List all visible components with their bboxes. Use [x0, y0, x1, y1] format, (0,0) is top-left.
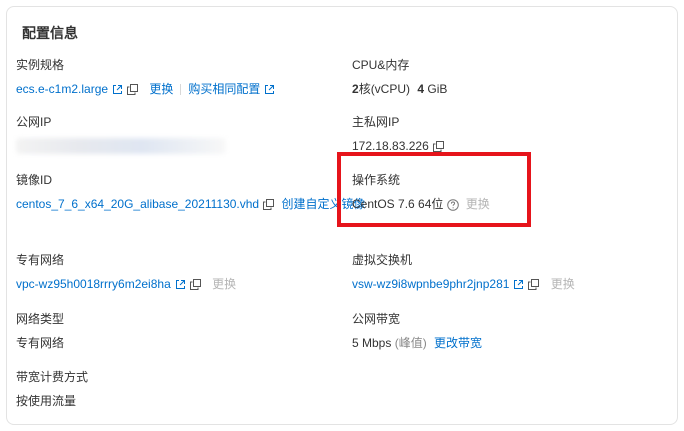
cpu-memory-field: CPU&内存 2核(vCPU) 4 GiB	[352, 57, 447, 99]
image-id-label: 镜像ID	[16, 173, 53, 187]
copy-icon[interactable]	[528, 279, 540, 291]
external-link-icon[interactable]	[264, 84, 275, 95]
public-ip-field: 公网IP	[16, 114, 226, 160]
bandwidth-value: 5 Mbps	[352, 336, 392, 350]
network-type-field: 网络类型 专有网络	[16, 311, 64, 353]
external-link-icon[interactable]	[175, 279, 186, 290]
change-bandwidth-link[interactable]: 更改带宽	[434, 336, 482, 350]
copy-icon[interactable]	[432, 141, 444, 153]
copy-icon[interactable]	[263, 199, 275, 211]
highlight-box	[337, 152, 531, 227]
vpc-field: 专有网络 vpc-wz95h0018rrry6m2ei8ha 更换	[16, 252, 236, 294]
image-id-field: 镜像ID centos_7_6_x64_20G_alibase_20211130…	[16, 172, 365, 214]
buy-same-config-link[interactable]: 购买相同配置	[188, 82, 260, 96]
vswitch-link[interactable]: vsw-wz9i8wpnbe9phr2jnp281	[352, 277, 509, 291]
network-type-label: 网络类型	[16, 312, 65, 326]
memory-unit: GiB	[427, 82, 448, 96]
billing-field: 带宽计费方式 按使用流量	[16, 369, 88, 411]
instance-spec-link[interactable]: ecs.e-c1m2.large	[16, 82, 108, 96]
vswitch-field: 虚拟交换机 vsw-wz9i8wpnbe9phr2jnp281 更换	[352, 252, 575, 294]
bandwidth-label: 公网带宽	[352, 312, 401, 326]
bandwidth-field: 公网带宽 5 Mbps (峰值) 更改带宽	[352, 311, 482, 353]
private-ip-field: 主私网IP 172.18.83.226	[352, 114, 444, 156]
instance-spec-label: 实例规格	[16, 58, 65, 72]
private-ip-value: 172.18.83.226	[352, 139, 429, 153]
memory-value: 4	[417, 82, 425, 96]
private-ip-label: 主私网IP	[352, 115, 400, 129]
vswitch-change-button[interactable]: 更换	[551, 277, 575, 291]
billing-value: 按使用流量	[16, 394, 77, 408]
billing-label: 带宽计费方式	[16, 370, 89, 384]
public-ip-label: 公网IP	[16, 115, 52, 129]
public-ip-redacted	[16, 138, 226, 154]
copy-icon[interactable]	[127, 84, 139, 96]
card-title: 配置信息	[22, 25, 78, 41]
vpc-link[interactable]: vpc-wz95h0018rrry6m2ei8ha	[16, 277, 171, 291]
bandwidth-peak-note: (峰值)	[394, 336, 427, 350]
cpu-cores-unit: 核(vCPU)	[358, 82, 411, 96]
instance-spec-field: 实例规格 ecs.e-c1m2.large 更换 购买相同配置	[16, 57, 275, 99]
network-type-value: 专有网络	[16, 336, 65, 350]
instance-spec-change-button[interactable]: 更换	[149, 82, 173, 96]
vpc-change-button[interactable]: 更换	[212, 277, 236, 291]
external-link-icon[interactable]	[112, 84, 123, 95]
divider	[180, 84, 182, 96]
vpc-label: 专有网络	[16, 253, 65, 267]
copy-icon[interactable]	[189, 279, 201, 291]
image-id-link[interactable]: centos_7_6_x64_20G_alibase_20211130.vhd	[16, 197, 259, 211]
external-link-icon[interactable]	[513, 279, 524, 290]
vswitch-label: 虚拟交换机	[352, 253, 413, 267]
cpu-cores-value: 2	[352, 82, 359, 96]
cpu-memory-label: CPU&内存	[352, 58, 410, 72]
